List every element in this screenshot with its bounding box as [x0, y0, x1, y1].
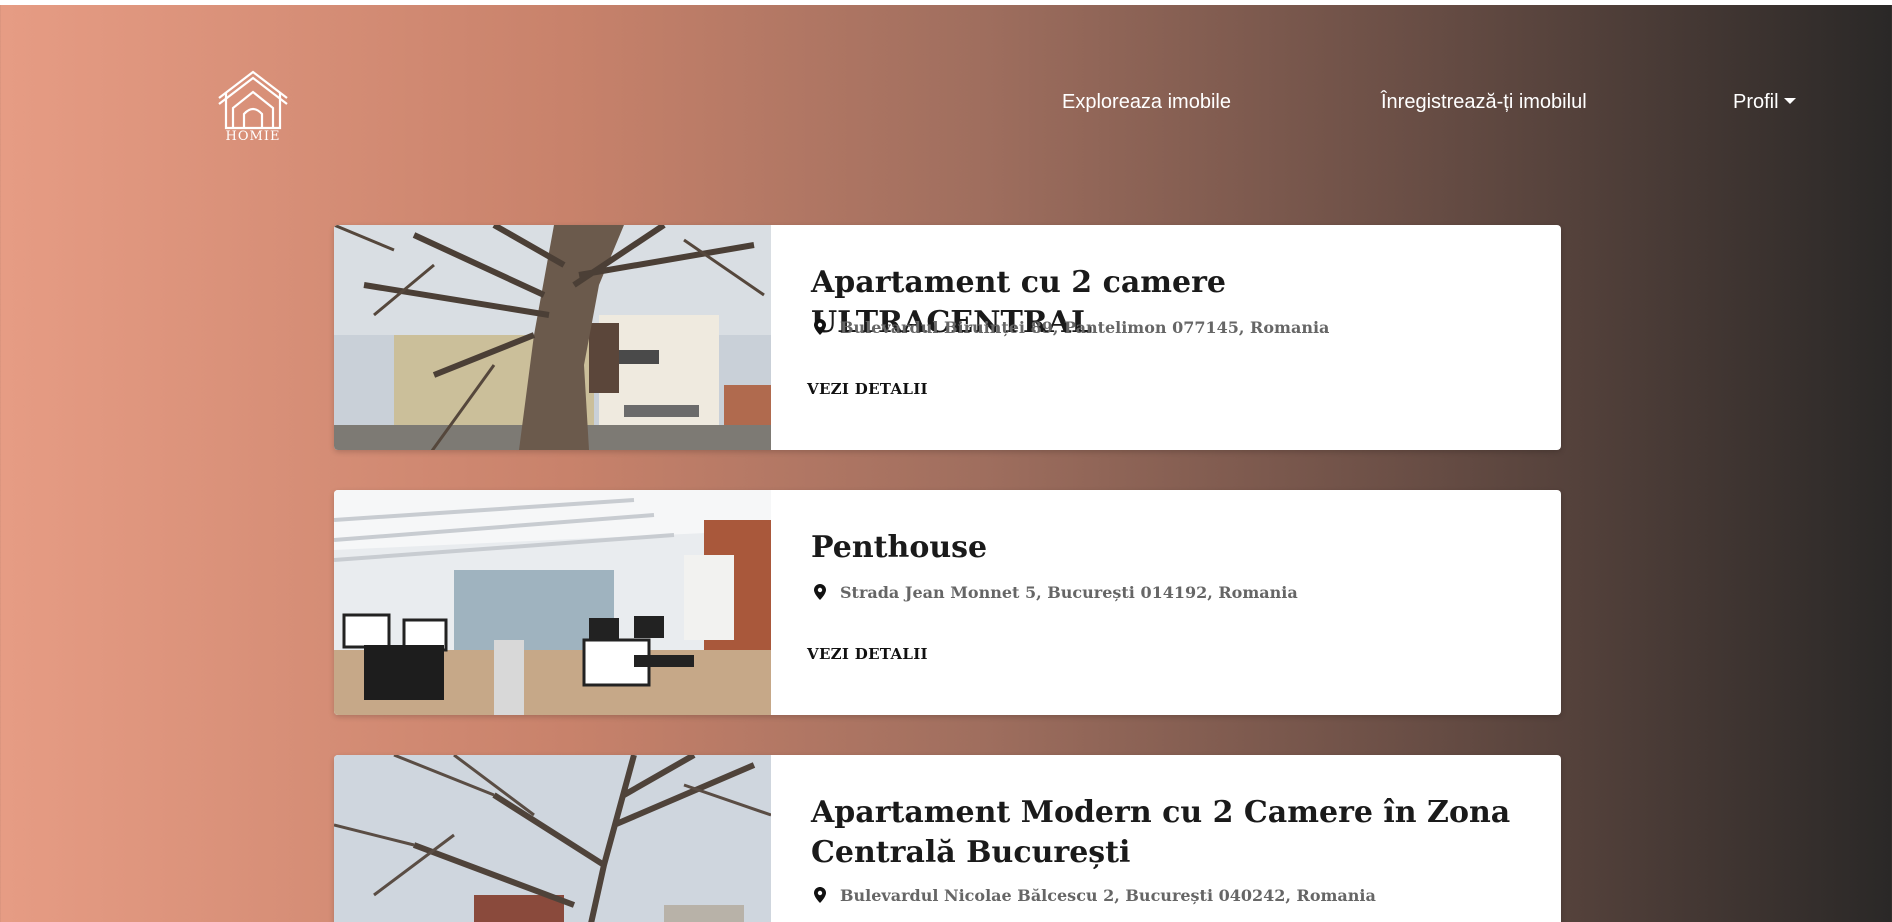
listing-card: Apartament cu 2 camere ULTRACENTRAL Bule…	[334, 225, 1561, 450]
listing-address-text: Strada Jean Monnet 5, București 014192, …	[840, 583, 1298, 602]
listing-address: Bulevardul Biruinței 89, Pantelimon 0771…	[814, 318, 1329, 337]
map-pin-icon	[814, 319, 826, 335]
map-pin-icon	[814, 584, 826, 600]
map-pin-icon	[814, 887, 826, 903]
profile-label: Profil	[1733, 91, 1779, 113]
listing-address: Strada Jean Monnet 5, București 014192, …	[814, 583, 1298, 602]
homie-logo[interactable]: HOMIE	[216, 68, 290, 146]
nav-register-property[interactable]: Înregistrează-ți imobilul	[1381, 91, 1587, 114]
view-details-link[interactable]: VEZI DETALII	[807, 380, 928, 398]
house-logo-icon	[218, 70, 288, 130]
listing-card: Apartament Modern cu 2 Camere în Zona Ce…	[334, 755, 1561, 922]
top-border	[0, 0, 1892, 5]
listing-photo	[334, 755, 771, 922]
listing-address-text: Bulevardul Nicolae Bălcescu 2, București…	[840, 886, 1376, 905]
listing-title[interactable]: Apartament Modern cu 2 Camere în Zona Ce…	[811, 793, 1511, 873]
listing-card: Penthouse Strada Jean Monnet 5, Bucureșt…	[334, 490, 1561, 715]
view-details-link[interactable]: VEZI DETALII	[807, 645, 928, 663]
nav-explore-properties[interactable]: Exploreaza imobile	[1062, 91, 1231, 114]
caret-down-icon	[1783, 98, 1796, 104]
listing-photo	[334, 225, 771, 450]
profile-dropdown[interactable]: Profil	[1733, 91, 1796, 114]
listing-title[interactable]: Penthouse	[811, 528, 1511, 568]
listing-address-text: Bulevardul Biruinței 89, Pantelimon 0771…	[840, 318, 1330, 337]
logo-text: HOMIE	[225, 129, 281, 144]
listing-photo	[334, 490, 771, 715]
listing-address: Bulevardul Nicolae Bălcescu 2, București…	[814, 886, 1376, 905]
